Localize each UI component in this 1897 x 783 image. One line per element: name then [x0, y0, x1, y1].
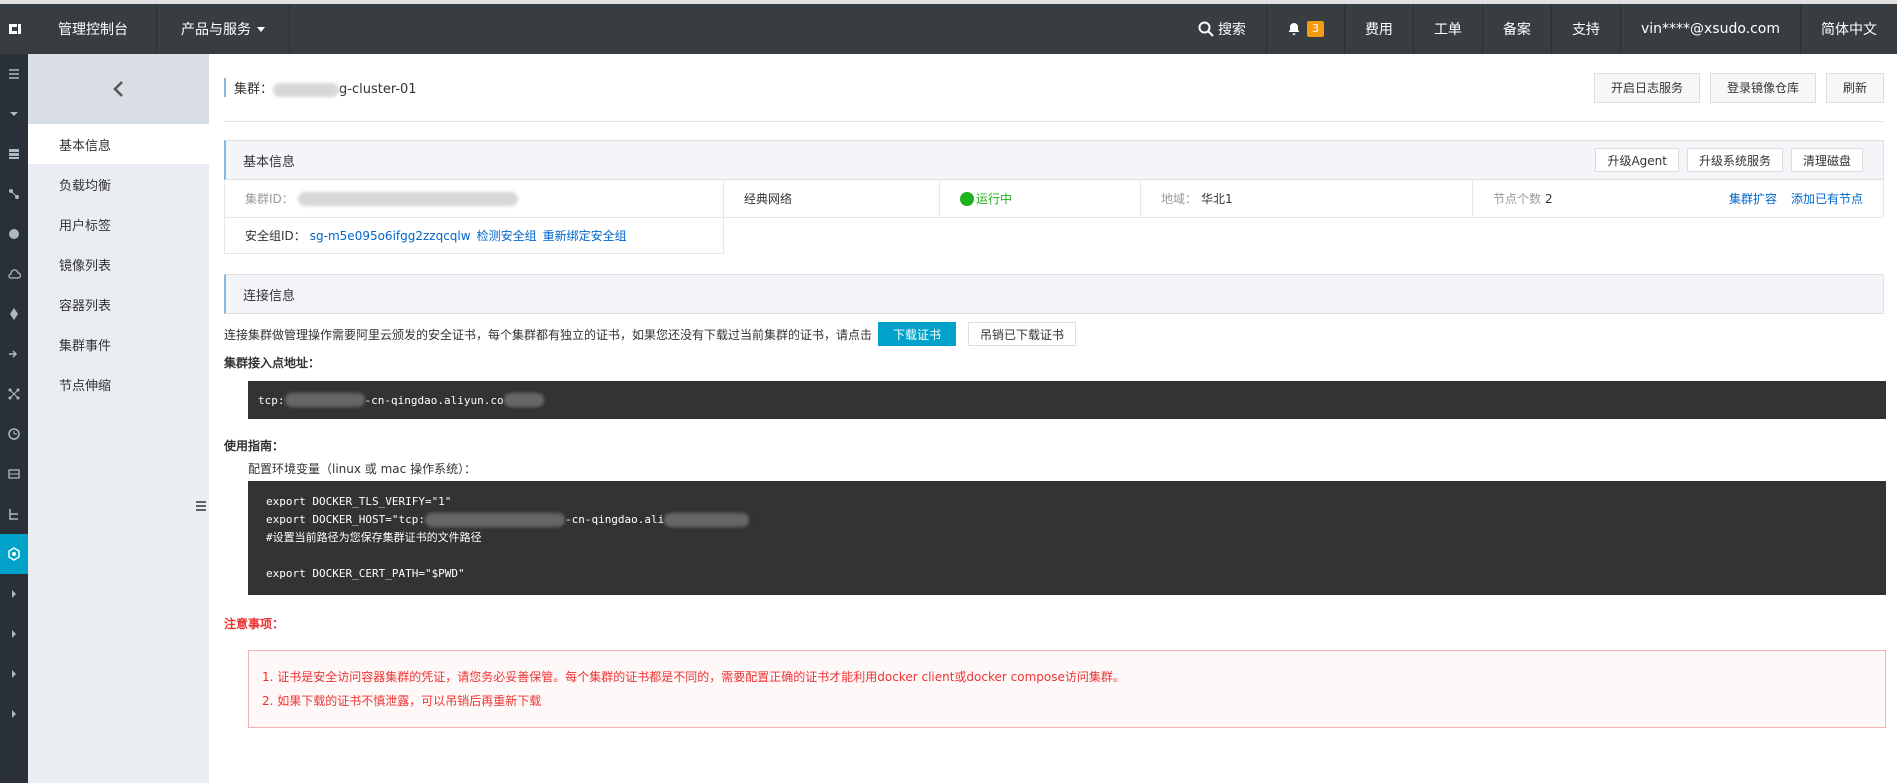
notice-item: 1. 证书是安全访问容器集群的凭证，请您务必妥善保管。每个集群的证书都是不同的，… — [262, 670, 1125, 684]
page-title: 集群： g-cluster-01 — [224, 78, 417, 97]
menu-icon — [196, 501, 206, 511]
notice-title: 注意事项： — [224, 617, 285, 631]
container-service-icon[interactable] — [0, 534, 28, 574]
section-title: 基本信息 — [243, 154, 296, 170]
share-icon[interactable] — [0, 374, 28, 414]
icon-rail — [0, 54, 28, 783]
connection-info-header: 连接信息 — [224, 274, 1884, 314]
sidebar-item-basic-info[interactable]: 基本信息 — [28, 124, 209, 164]
refresh-button[interactable]: 刷新 — [1825, 72, 1884, 103]
notice-box: 1. 证书是安全访问容器集群的凭证，请您务必妥善保管。每个集群的证书都是不同的，… — [248, 650, 1886, 728]
status-dot-icon — [960, 191, 974, 206]
sidebar-item-node-scaling[interactable]: 节点伸缩 — [28, 364, 209, 404]
rocket-icon[interactable] — [0, 294, 28, 334]
env-code-block[interactable]: export DOCKER_TLS_VERIFY="1" export DOCK… — [248, 481, 1886, 595]
section-title: 连接信息 — [243, 288, 296, 304]
endpoint-label: 集群接入点地址： — [224, 356, 321, 370]
search-icon — [1198, 21, 1214, 37]
upgrade-system-button[interactable]: 升级系统服务 — [1686, 148, 1783, 172]
cluster-id-cell: 集群ID： — [225, 180, 724, 217]
security-group-id[interactable]: sg-m5e095o6ifgg2zzqcqlw — [310, 229, 471, 243]
redacted-text — [273, 82, 340, 97]
sidebar-item-user-tags[interactable]: 用户标签 — [28, 204, 209, 244]
support-link[interactable]: 支持 — [1550, 4, 1620, 54]
redacted-text — [284, 393, 365, 407]
notifications-button[interactable]: 3 — [1265, 4, 1344, 54]
status-badge: 运行中 — [940, 180, 1141, 217]
gauge-icon[interactable] — [0, 214, 28, 254]
caret-right-icon[interactable] — [0, 614, 28, 654]
code-line: #设置当前路径为您保存集群证书的文件路径 — [266, 531, 482, 544]
back-button[interactable] — [28, 54, 209, 124]
redacted-text — [297, 191, 518, 206]
scale-cluster-link[interactable]: 集群扩容 — [1729, 190, 1777, 207]
chevron-down-icon — [257, 26, 265, 32]
sidebar-item-containers[interactable]: 容器列表 — [28, 284, 209, 324]
add-node-link[interactable]: 添加已有节点 — [1791, 190, 1863, 207]
language-menu[interactable]: 简体中文 — [1800, 4, 1897, 54]
caret-right-icon[interactable] — [0, 574, 28, 614]
caret-right-icon[interactable] — [0, 654, 28, 694]
caret-right-icon[interactable] — [0, 694, 28, 734]
upgrade-agent-button[interactable]: 升级Agent — [1595, 148, 1679, 172]
console-link[interactable]: 管理控制台 — [30, 4, 157, 54]
security-group-row: 安全组ID： sg-m5e095o6ifgg2zzqcqlw 检测安全组 重新绑… — [224, 218, 724, 254]
code-line: export DOCKER_CERT_PATH="$PWD" — [266, 567, 465, 580]
filing-link[interactable]: 备案 — [1481, 4, 1551, 54]
network-type: 经典网络 — [724, 180, 940, 217]
sidebar-item-events[interactable]: 集群事件 — [28, 324, 209, 364]
redacted-text — [503, 393, 544, 407]
bell-icon — [1288, 23, 1300, 35]
page-header: 集群： g-cluster-01 开启日志服务 登录镜像仓库 刷新 — [224, 54, 1884, 122]
logo-icon[interactable] — [0, 4, 30, 54]
download-cert-button[interactable]: 下载证书 — [878, 322, 957, 346]
code-line: export DOCKER_TLS_VERIFY="1" — [266, 495, 452, 508]
server-icon[interactable] — [0, 134, 28, 174]
clean-disk-button[interactable]: 清理磁盘 — [1790, 148, 1863, 172]
cluster-sidebar: 基本信息 负载均衡 用户标签 镜像列表 容器列表 集群事件 节点伸缩 — [28, 54, 209, 783]
sidebar-toggle-button[interactable] — [193, 490, 209, 522]
deploy-icon[interactable] — [0, 334, 28, 374]
basic-info-row: 集群ID： 经典网络 运行中 地域： 华北1 节点个数 2 集群扩容 添加已有节点 — [224, 180, 1884, 218]
sidebar-item-images[interactable]: 镜像列表 — [28, 244, 209, 284]
top-bar: 管理控制台 产品与服务 搜索 3 费用 工单 备案 支持 vin****@xsu… — [0, 0, 1897, 54]
cloud-icon[interactable] — [0, 254, 28, 294]
tickets-link[interactable]: 工单 — [1412, 4, 1482, 54]
check-security-group-link[interactable]: 检测安全组 — [477, 227, 537, 244]
history-icon[interactable] — [0, 414, 28, 454]
caret-down-icon[interactable] — [0, 94, 28, 134]
code-line: export DOCKER_HOST="tcp: -cn-qingdao.ali — [266, 511, 1868, 529]
network-icon[interactable] — [0, 174, 28, 214]
main-content: 集群： g-cluster-01 开启日志服务 登录镜像仓库 刷新 基本信息 升级… — [209, 54, 1897, 783]
notice-item: 2. 如果下载的证书不慎泄露，可以吊销后再重新下载 — [262, 694, 542, 708]
notification-count: 3 — [1306, 21, 1324, 37]
menu-icon[interactable] — [0, 54, 28, 94]
account-menu[interactable]: vin****@xsudo.com — [1619, 4, 1800, 54]
connection-description: 连接集群做管理操作需要阿里云颁发的安全证书，每个集群都有独立的证书，如果您还没有… — [224, 322, 1897, 346]
login-registry-button[interactable]: 登录镜像仓库 — [1709, 72, 1816, 103]
list-icon[interactable] — [0, 454, 28, 494]
enable-log-service-button[interactable]: 开启日志服务 — [1593, 72, 1700, 103]
guide-label: 使用指南： — [224, 439, 285, 453]
revoke-cert-button[interactable]: 吊销已下载证书 — [968, 322, 1077, 346]
search-button[interactable]: 搜索 — [1178, 4, 1266, 54]
node-count-cell: 节点个数 2 集群扩容 添加已有节点 — [1493, 190, 1863, 207]
sidebar-item-load-balancer[interactable]: 负载均衡 — [28, 164, 209, 204]
env-label: 配置环境变量（linux 或 mac 操作系统）： — [248, 462, 477, 476]
tree-icon[interactable] — [0, 494, 28, 534]
basic-info-header: 基本信息 升级Agent 升级系统服务 清理磁盘 — [224, 140, 1884, 180]
endpoint-code[interactable]: tcp: -cn-qingdao.aliyun.co — [248, 381, 1886, 419]
redacted-text — [664, 513, 750, 527]
billing-link[interactable]: 费用 — [1343, 4, 1413, 54]
chevron-left-icon — [112, 81, 123, 97]
rebind-security-group-link[interactable]: 重新绑定安全组 — [543, 227, 627, 244]
products-menu[interactable]: 产品与服务 — [157, 4, 290, 54]
region-cell: 地域： 华北1 — [1141, 180, 1473, 217]
redacted-text — [424, 513, 565, 527]
